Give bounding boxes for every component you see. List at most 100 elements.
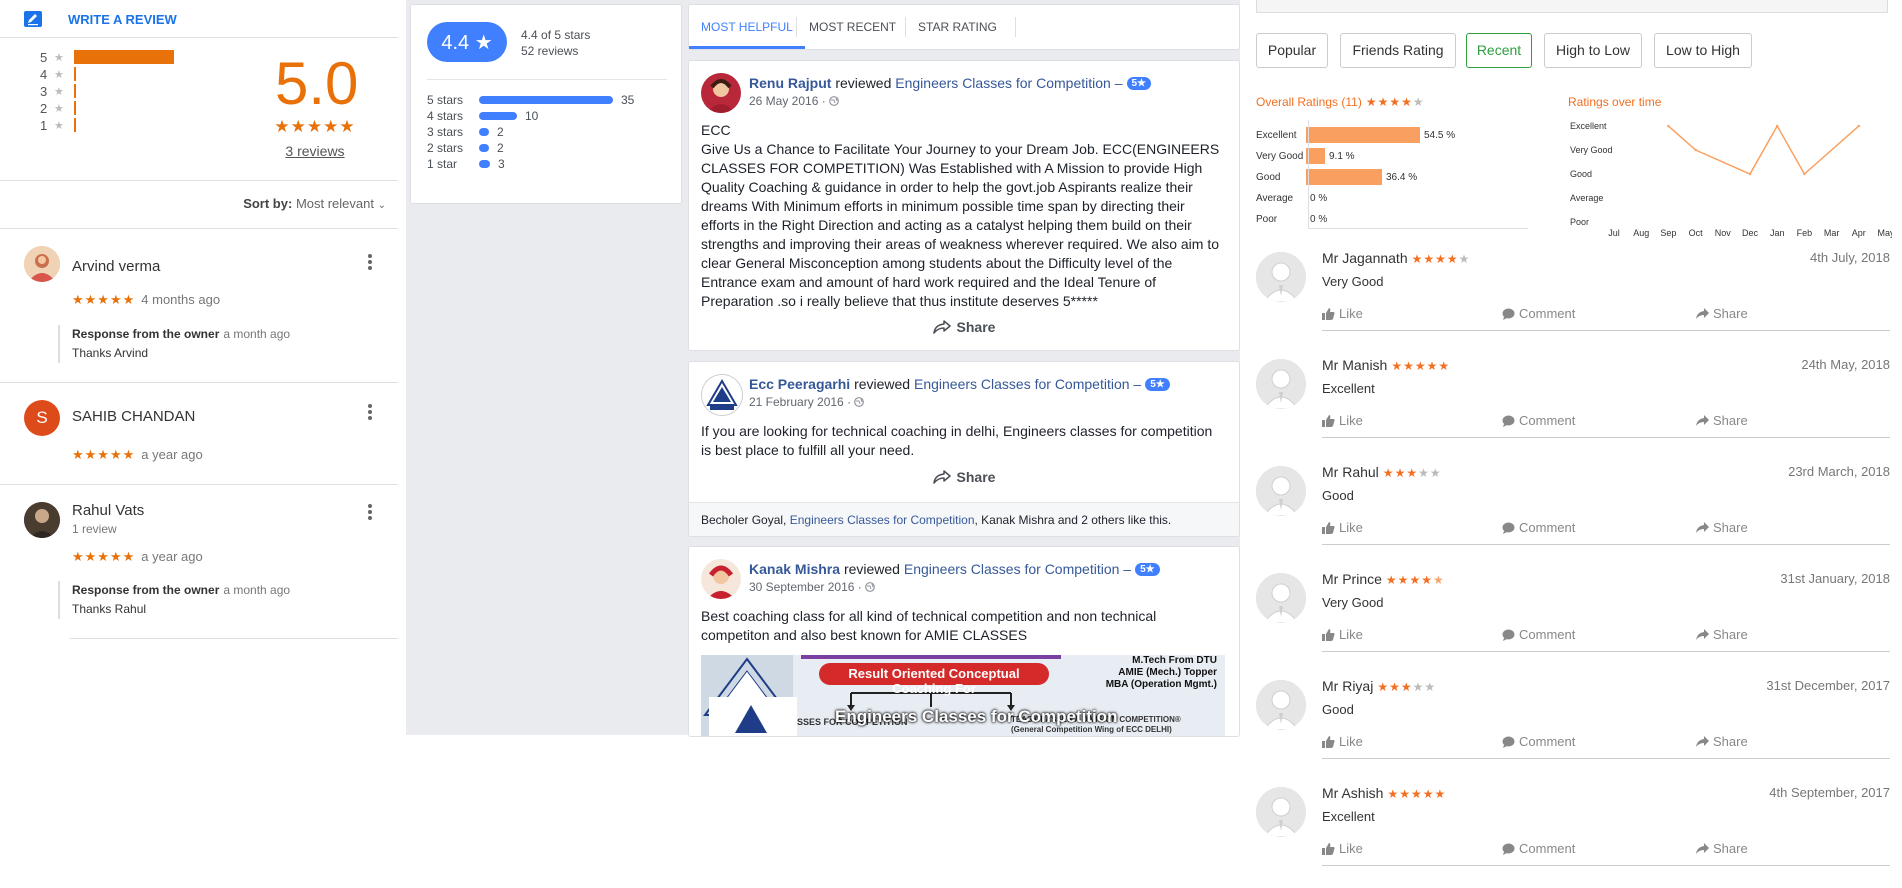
comment-button[interactable]: Comment: [1502, 841, 1575, 856]
rater-name[interactable]: Mr Jagannath: [1322, 250, 1408, 266]
rating-item: Mr Prince ★★★★★ 31st January, 2018 Very Goo…: [1240, 567, 1890, 674]
owner-response: Response from the owner a month ago Thank…: [58, 581, 290, 619]
page-link[interactable]: Engineers Classes for Competition –: [895, 75, 1122, 91]
divider: [70, 638, 398, 639]
more-options-icon[interactable]: [365, 402, 375, 422]
rating-summary-text: 4.4 of 5 stars 52 reviews: [521, 27, 590, 59]
star-icon: ★: [1421, 573, 1433, 587]
filter-popular[interactable]: Popular: [1256, 33, 1328, 68]
like-button[interactable]: Like: [1322, 413, 1363, 428]
avatar[interactable]: [701, 374, 743, 416]
reviewer-name[interactable]: Arvind verma: [72, 258, 160, 275]
like-label: Like: [1339, 520, 1363, 535]
share-button[interactable]: Share: [1696, 306, 1748, 321]
share-label: Share: [1713, 627, 1748, 642]
divider: [1322, 544, 1890, 545]
likes-prefix: Becholer Goyal,: [701, 513, 787, 527]
star-icon: ★: [1387, 787, 1400, 801]
author-name[interactable]: Kanak Mishra: [749, 561, 840, 577]
filter-friends-rating[interactable]: Friends Rating: [1340, 33, 1456, 68]
star-icon: ★: [1414, 359, 1427, 373]
comment-button[interactable]: Comment: [1502, 306, 1575, 321]
share-button[interactable]: Share: [689, 319, 1239, 335]
bars-axis: [1308, 120, 1309, 228]
histogram-bar-track: [74, 50, 224, 64]
avatar[interactable]: [1256, 359, 1306, 409]
breakdown-count: 2: [497, 125, 504, 139]
reviewer-name[interactable]: Rahul Vats: [72, 502, 144, 519]
page-link[interactable]: Engineers Classes for Competition –: [914, 376, 1141, 392]
rater-name[interactable]: Mr Manish: [1322, 357, 1387, 373]
avatar[interactable]: [24, 502, 60, 538]
comment-button[interactable]: Comment: [1502, 413, 1575, 428]
histogram-star-label: 4: [40, 66, 48, 82]
avatar[interactable]: [701, 559, 741, 599]
write-review-link[interactable]: WRITE A REVIEW: [24, 8, 177, 30]
filter-recent[interactable]: Recent: [1466, 33, 1532, 68]
share-button[interactable]: Share: [1696, 841, 1748, 856]
author-name[interactable]: Ecc Peeragarhi: [749, 376, 850, 392]
avatar[interactable]: [1256, 466, 1306, 516]
like-button[interactable]: Like: [1322, 841, 1363, 856]
avatar[interactable]: [1256, 787, 1306, 837]
like-button[interactable]: Like: [1322, 306, 1363, 321]
filter-high-to-low[interactable]: High to Low: [1544, 33, 1642, 68]
star-icon: ★: [1438, 359, 1451, 373]
page-link[interactable]: Engineers Classes for Competition –: [904, 561, 1131, 577]
author-name[interactable]: Renu Rajput: [749, 75, 831, 91]
reviewer-name[interactable]: SAHIB CHANDAN: [72, 408, 195, 425]
comment-label: Comment: [1519, 520, 1576, 535]
rating-text: Good: [1322, 702, 1354, 717]
share-button[interactable]: Share: [1696, 627, 1748, 642]
y-tick-label: Poor: [1570, 217, 1589, 227]
share-button[interactable]: Share: [1696, 413, 1748, 428]
y-tick-label: Very Good: [1570, 145, 1613, 155]
review-count-link[interactable]: 3 reviews: [270, 143, 360, 159]
comment-button[interactable]: Comment: [1502, 627, 1575, 642]
post-text-line: Best coaching class for all kind of tech…: [701, 608, 1157, 624]
review-item: S SAHIB CHANDAN ★★★★★ a year ago: [0, 382, 398, 484]
series-line: [1667, 124, 1860, 176]
average-rating: 5.0: [275, 50, 359, 117]
like-button[interactable]: Like: [1322, 627, 1363, 642]
response-text: Thanks Arvind: [72, 346, 149, 360]
histogram-row: 1 ★: [40, 116, 224, 134]
avatar[interactable]: [1256, 252, 1306, 302]
post-image[interactable]: Result Oriented Conceptual Coaching For …: [701, 655, 1225, 736]
comment-button[interactable]: Comment: [1502, 520, 1575, 535]
rater-name[interactable]: Mr Prince: [1322, 571, 1382, 587]
star-icon: ★: [1432, 573, 1445, 587]
avatar[interactable]: [1256, 573, 1306, 623]
breakdown-label: 1 star: [427, 157, 458, 171]
more-options-icon[interactable]: [365, 252, 375, 272]
avatar[interactable]: S: [24, 400, 60, 436]
breakdown-count: 3: [498, 157, 505, 171]
tab-star-rating[interactable]: STAR RATING: [906, 5, 1009, 49]
more-options-icon[interactable]: [365, 502, 375, 522]
likes-page-link[interactable]: Engineers Classes for Competition: [790, 513, 975, 527]
star-icon: ★: [1434, 787, 1447, 801]
filter-low-to-high[interactable]: Low to High: [1654, 33, 1752, 68]
avatar[interactable]: [1256, 680, 1306, 730]
rater-name[interactable]: Mr Ashish: [1322, 785, 1383, 801]
star-icon: ★: [1397, 573, 1410, 587]
avatar[interactable]: [24, 246, 60, 282]
share-button[interactable]: Share: [689, 469, 1239, 485]
like-button[interactable]: Like: [1322, 520, 1363, 535]
comment-button[interactable]: Comment: [1502, 734, 1575, 749]
share-button[interactable]: Share: [1696, 520, 1748, 535]
overall-rating-value: 36.4 %: [1386, 171, 1418, 183]
post-date-text: 21 February 2016 ·: [749, 395, 852, 409]
tab-most-recent[interactable]: MOST RECENT: [797, 5, 908, 49]
y-tick-label: Good: [1570, 169, 1592, 179]
rater-name[interactable]: Mr Riyaj: [1322, 678, 1373, 694]
data-point: [1694, 148, 1697, 152]
share-button[interactable]: Share: [1696, 734, 1748, 749]
like-button[interactable]: Like: [1322, 734, 1363, 749]
banner-credential: MBA (Operation Mgmt.): [1105, 679, 1217, 690]
avatar[interactable]: [701, 73, 741, 113]
rater-name[interactable]: Mr Rahul: [1322, 464, 1379, 480]
histogram-bar-track: [74, 84, 224, 98]
sort-dropdown[interactable]: Sort by: Most relevant ⌄: [243, 196, 386, 211]
tab-most-helpful[interactable]: MOST HELPFUL: [689, 5, 805, 49]
